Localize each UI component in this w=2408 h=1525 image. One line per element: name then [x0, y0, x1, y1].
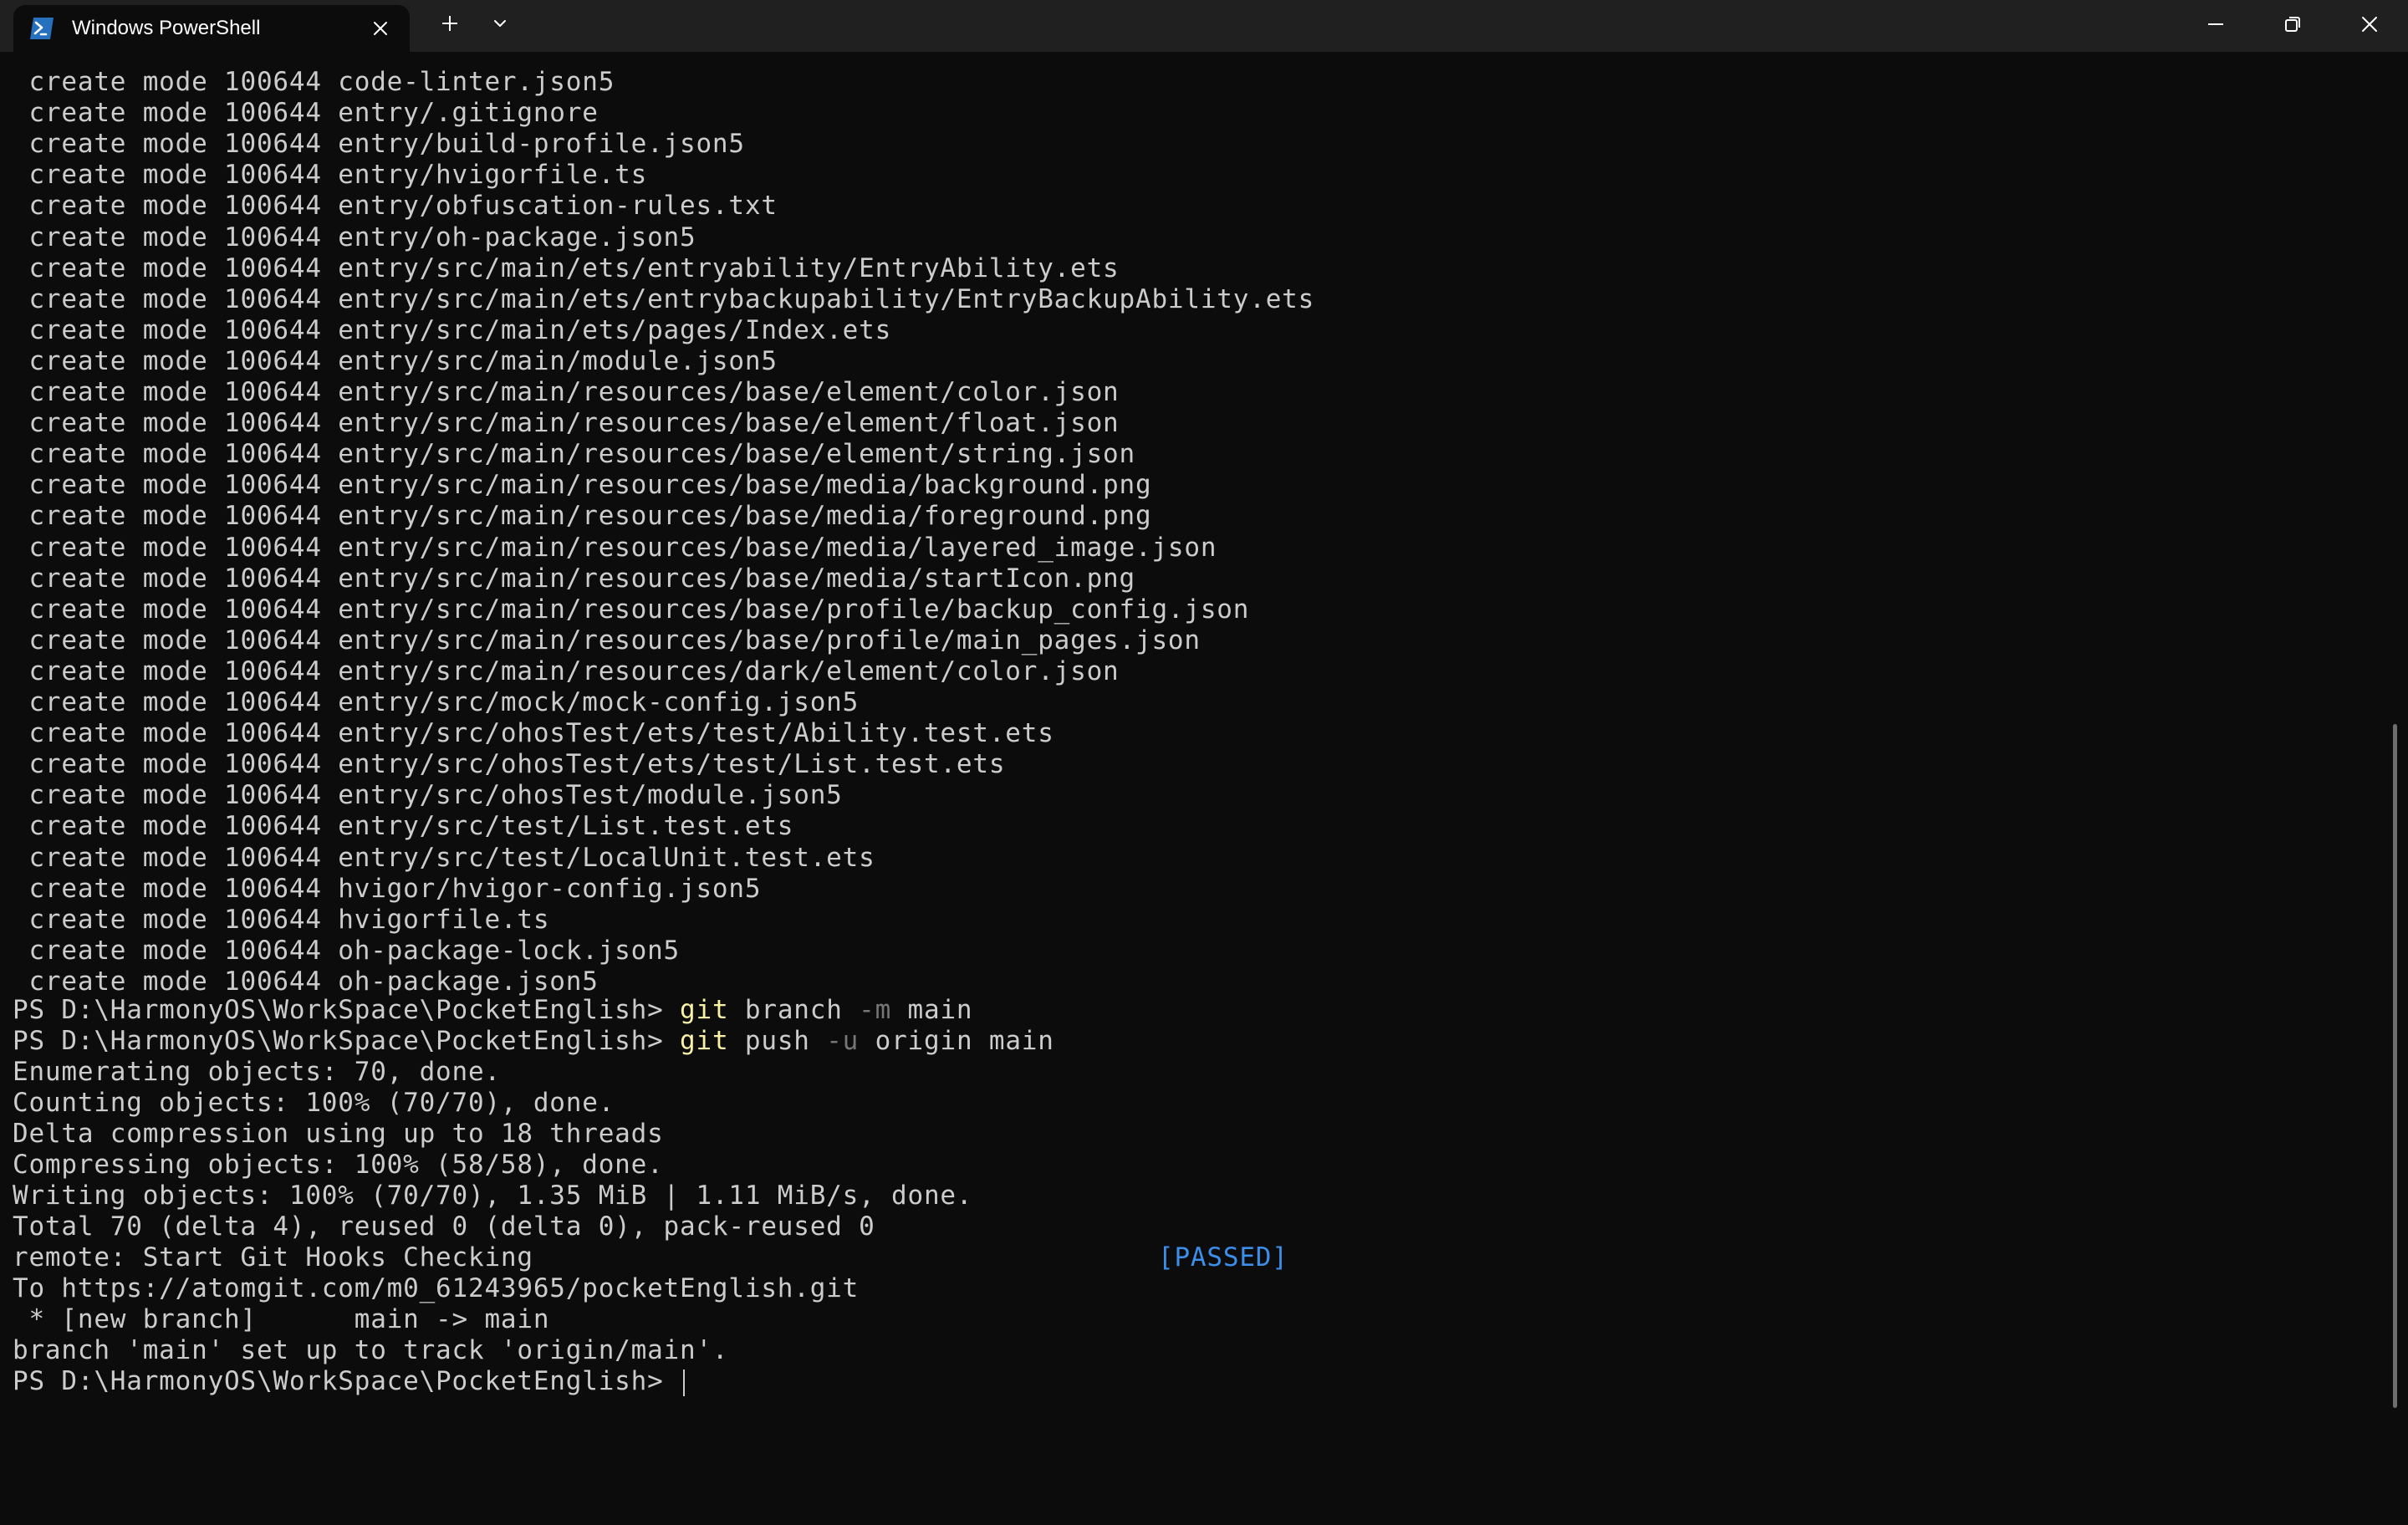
command-flag: -m	[859, 995, 892, 1025]
output-line: create mode 100644 entry/src/main/resour…	[13, 625, 1201, 655]
output-line: create mode 100644 entry/hvigorfile.ts	[13, 160, 648, 191]
output-line: create mode 100644 entry/src/main/resour…	[13, 439, 1135, 470]
output-line: create mode 100644 entry/src/main/ets/en…	[13, 252, 1120, 283]
output-line: Total 70 (delta 4), reused 0 (delta 0), …	[13, 1211, 875, 1242]
output-line: create mode 100644 entry/src/main/resour…	[13, 563, 1135, 594]
command-arg: origin main	[859, 1026, 1054, 1056]
output-line: create mode 100644 entry/src/main/resour…	[13, 655, 1120, 686]
output-line: create mode 100644 oh-package-lock.json5	[13, 935, 681, 966]
output-line: create mode 100644 entry/src/main/ets/pa…	[13, 314, 892, 345]
prompt-line: PS D:\HarmonyOS\WorkSpace\PocketEnglish>…	[13, 995, 972, 1026]
tab-dropdown-button[interactable]	[477, 7, 523, 43]
prompt: PS D:\HarmonyOS\WorkSpace\PocketEnglish>	[13, 1026, 681, 1056]
prompt-line: PS D:\HarmonyOS\WorkSpace\PocketEnglish>…	[13, 1026, 1054, 1057]
terminal-output[interactable]: create mode 100644 code-linter.json5 cre…	[0, 52, 2408, 1525]
chevron-down-icon	[491, 14, 509, 36]
powershell-icon	[28, 16, 55, 41]
scrollbar-thumb[interactable]	[2393, 724, 2397, 1408]
command: git	[680, 995, 729, 1025]
command-arg: branch	[728, 995, 860, 1025]
output-line: create mode 100644 entry/src/main/module…	[13, 345, 778, 376]
output-line: create mode 100644 entry/src/test/List.t…	[13, 811, 794, 842]
close-icon[interactable]	[368, 16, 393, 41]
text-cursor	[683, 1369, 686, 1396]
output-line: create mode 100644 entry/src/ohosTest/et…	[13, 718, 1054, 749]
output-line: create mode 100644 entry/src/mock/mock-c…	[13, 687, 860, 717]
restore-button[interactable]	[2254, 0, 2331, 52]
powershell-window: Windows PowerShell create mode 100644 co…	[0, 0, 2408, 1525]
tab-windows-powershell[interactable]: Windows PowerShell	[13, 5, 410, 52]
output-line: create mode 100644 entry/.gitignore	[13, 98, 599, 129]
passed-status: [PASSED]	[1158, 1242, 1288, 1273]
output-line: branch 'main' set up to track 'origin/ma…	[13, 1335, 729, 1365]
minimize-button[interactable]	[2177, 0, 2254, 52]
output-line: create mode 100644 entry/build-profile.j…	[13, 129, 745, 160]
command-arg: push	[728, 1026, 827, 1056]
command-flag: -u	[826, 1026, 860, 1056]
output-line: Counting objects: 100% (70/70), done.	[13, 1088, 615, 1118]
minimize-icon	[2206, 14, 2226, 38]
output-line: Compressing objects: 100% (58/58), done.	[13, 1150, 664, 1180]
output-line: create mode 100644 entry/src/main/resour…	[13, 532, 1217, 563]
plus-icon	[440, 13, 460, 37]
output-line: Writing objects: 100% (70/70), 1.35 MiB …	[13, 1181, 973, 1211]
output-line: create mode 100644 entry/src/main/resour…	[13, 470, 1152, 501]
restore-icon	[2283, 14, 2303, 38]
output-line: create mode 100644 entry/src/ohosTest/mo…	[13, 780, 843, 811]
output-line: create mode 100644 oh-package.json5	[13, 966, 599, 997]
close-icon	[2360, 14, 2380, 38]
command: git	[680, 1026, 729, 1056]
prompt: PS D:\HarmonyOS\WorkSpace\PocketEnglish>	[13, 995, 681, 1025]
close-window-button[interactable]	[2331, 0, 2408, 52]
output-line: Delta compression using up to 18 threads	[13, 1119, 664, 1149]
output-line: remote: Start Git Hooks Checking	[13, 1242, 533, 1273]
command-arg: main	[891, 995, 973, 1025]
output-line: create mode 100644 entry/src/ohosTest/et…	[13, 749, 1006, 780]
output-line: create mode 100644 entry/src/main/resour…	[13, 377, 1120, 407]
output-line: create mode 100644 entry/src/test/LocalU…	[13, 842, 875, 873]
tab-title: Windows PowerShell	[72, 17, 261, 39]
output-line: create mode 100644 entry/obfuscation-rul…	[13, 191, 778, 222]
prompt: PS D:\HarmonyOS\WorkSpace\PocketEnglish>	[13, 1366, 681, 1396]
output-line: create mode 100644 hvigor/hvigor-config.…	[13, 873, 762, 904]
output-line: create mode 100644 entry/src/main/ets/en…	[13, 283, 1315, 314]
output-line: * [new branch] main -> main	[13, 1304, 550, 1334]
current-prompt-line[interactable]: PS D:\HarmonyOS\WorkSpace\PocketEnglish>	[13, 1366, 686, 1397]
new-tab-button[interactable]	[426, 7, 473, 43]
output-line: To https://atomgit.com/m0_61243965/pocke…	[13, 1273, 860, 1303]
output-line: create mode 100644 entry/oh-package.json…	[13, 222, 696, 252]
output-line: Enumerating objects: 70, done.	[13, 1057, 501, 1087]
output-line: create mode 100644 hvigorfile.ts	[13, 904, 550, 935]
output-line: create mode 100644 entry/src/main/resour…	[13, 501, 1152, 532]
output-line: create mode 100644 entry/src/main/resour…	[13, 408, 1120, 439]
output-line: create mode 100644 code-linter.json5	[13, 67, 615, 97]
output-line: create mode 100644 entry/src/main/resour…	[13, 594, 1250, 625]
title-bar[interactable]: Windows PowerShell	[0, 0, 2408, 52]
